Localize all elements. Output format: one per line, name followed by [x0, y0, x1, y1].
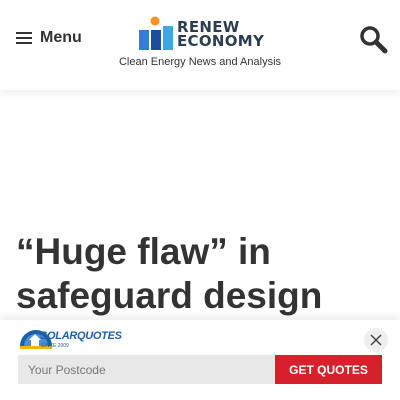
article-title[interactable]: “Huge flaw” in safeguard design — [16, 230, 386, 318]
site-logo[interactable]: RENEW ECONOMY — [139, 16, 264, 52]
renew-economy-logo-icon — [139, 16, 173, 50]
menu-label: Menu — [40, 29, 82, 46]
get-quotes-button[interactable]: GET QUOTES — [275, 355, 382, 384]
solarquotes-brand: SOLARQUOTES — [40, 330, 122, 342]
hamburger-icon — [16, 32, 32, 44]
postcode-input[interactable] — [18, 355, 275, 384]
menu-button[interactable]: Menu — [16, 26, 82, 50]
logo-wordmark: RENEW ECONOMY — [177, 20, 265, 50]
solarquotes-banner: SOLARQUOTES SINCE 2009 GET QUOTES — [0, 320, 400, 400]
logo-line-2: ECONOMY — [177, 32, 265, 50]
solarquotes-since: SINCE 2009 — [41, 343, 69, 349]
site-tagline: Clean Energy News and Analysis — [118, 56, 282, 68]
search-icon[interactable] — [358, 24, 388, 54]
close-icon[interactable] — [364, 328, 388, 352]
site-header: Menu RENEW ECONOMY Clean Energy News and… — [0, 0, 400, 90]
